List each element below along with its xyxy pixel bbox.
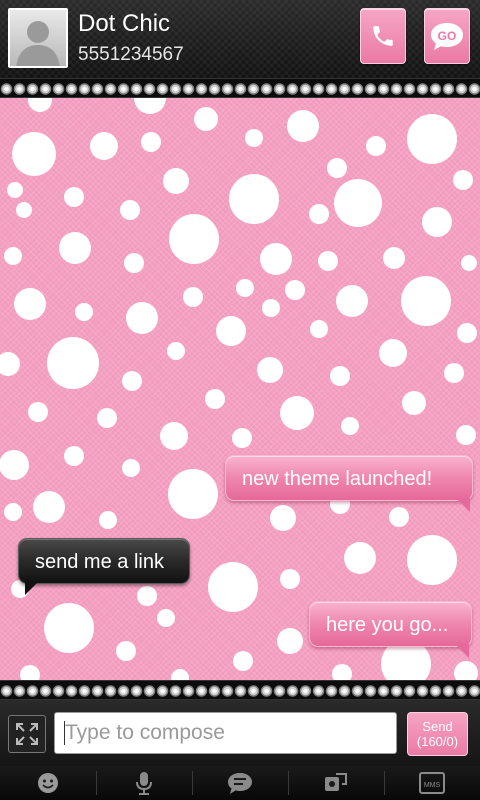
bubble-tail (25, 581, 39, 595)
polka-dot-background (0, 98, 478, 680)
compose-input[interactable] (54, 712, 397, 754)
mms-button[interactable]: MMS (384, 766, 480, 800)
expand-button[interactable] (8, 715, 46, 753)
mms-label: MMS (424, 782, 441, 789)
character-counter: (160/0) (416, 734, 459, 749)
send-button[interactable]: Send (160/0) (407, 712, 468, 756)
go-chat-icon (228, 773, 252, 794)
message-text: send me a link (35, 551, 164, 573)
go-button[interactable]: GO (424, 8, 470, 64)
conversation-header: Dot Chic 5551234567 GO (0, 0, 480, 78)
rhinestone-divider-bottom (0, 680, 480, 700)
go-speech-bubble-icon: GO (431, 23, 463, 50)
go-chat-button[interactable] (192, 766, 288, 800)
text-cursor (64, 721, 65, 745)
emoji-icon (38, 773, 58, 793)
call-button[interactable] (360, 8, 406, 64)
attach-button[interactable] (288, 766, 384, 800)
bubble-tail (455, 644, 469, 658)
compose-bar: Send (160/0) (0, 700, 480, 766)
contact-avatar[interactable] (8, 8, 68, 68)
voice-input-button[interactable] (96, 766, 192, 800)
person-silhouette-icon (16, 21, 60, 66)
phone-icon (373, 26, 393, 46)
send-label: Send (422, 719, 453, 734)
go-label: GO (438, 29, 457, 43)
message-text: new theme launched! (242, 468, 433, 490)
contact-number: 5551234567 (78, 44, 184, 65)
message-bubble-outgoing[interactable]: here you go... (309, 601, 472, 658)
mms-icon: MMS (419, 772, 445, 794)
microphone-icon (136, 772, 152, 795)
message-text: here you go... (326, 614, 449, 636)
rhinestone-divider-top (0, 78, 480, 98)
message-bubble-outgoing[interactable]: new theme launched! (225, 455, 473, 512)
message-bubble-incoming[interactable]: send me a link (18, 538, 190, 595)
bottom-toolbar: MMS (0, 766, 480, 800)
bubble-tail (456, 498, 470, 512)
emoji-button[interactable] (0, 766, 96, 800)
expand-arrows-icon (16, 723, 38, 745)
conversation-area[interactable]: new theme launched! send me a link here … (0, 98, 480, 680)
attach-icon (325, 773, 347, 791)
contact-name: Dot Chic (78, 10, 171, 37)
